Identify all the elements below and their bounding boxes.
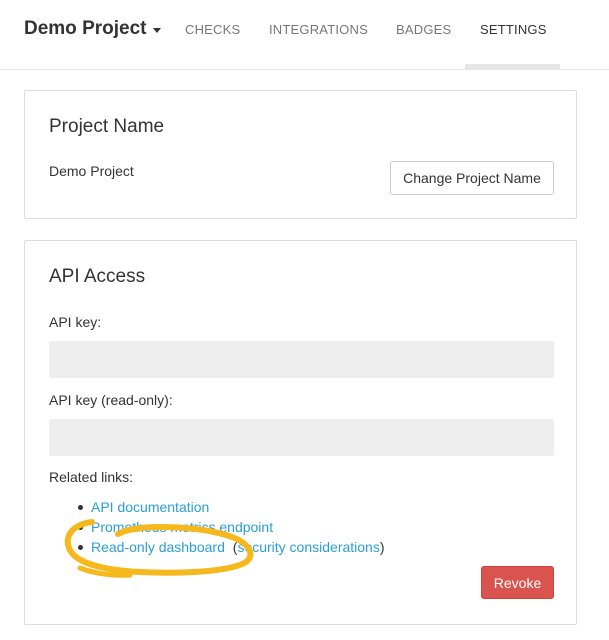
prometheus-metrics-link[interactable]: Prometheus metrics endpoint (91, 519, 273, 535)
bullet-icon (78, 505, 83, 510)
api-key-readonly-label: API key (read-only): (49, 392, 173, 408)
project-switcher[interactable]: Demo Project (24, 18, 162, 40)
tab-integrations[interactable]: INTEGRATIONS (269, 22, 368, 37)
close-paren: ) (379, 539, 385, 555)
api-key-label: API key: (49, 314, 102, 330)
list-item: Read-only dashboard (security considerat… (78, 537, 385, 557)
list-item: API documentation (78, 497, 385, 517)
revoke-button[interactable]: Revoke (481, 566, 554, 599)
api-key-readonly-field[interactable] (49, 419, 554, 456)
api-documentation-link[interactable]: API documentation (91, 499, 209, 515)
top-navbar: Demo Project CHECKS INTEGRATIONS BADGES … (0, 0, 609, 70)
related-links-list: API documentation Prometheus metrics end… (78, 497, 385, 557)
project-name-heading: Project Name (49, 116, 165, 137)
list-item: Prometheus metrics endpoint (78, 517, 385, 537)
tab-checks[interactable]: CHECKS (185, 22, 240, 37)
project-switcher-label: Demo Project (24, 18, 147, 39)
api-access-heading: API Access (49, 266, 146, 287)
related-links-label: Related links: (49, 469, 134, 485)
project-name-panel: Project Name Demo Project Change Project… (24, 90, 577, 219)
active-tab-indicator (465, 64, 560, 69)
api-access-panel: API Access API key: API key (read-only):… (24, 240, 577, 625)
security-considerations-link[interactable]: security considerations (237, 539, 379, 555)
readonly-dashboard-link[interactable]: Read-only dashboard (91, 539, 225, 555)
tab-settings[interactable]: SETTINGS (480, 22, 547, 37)
bullet-icon (78, 545, 83, 550)
api-key-field[interactable] (49, 341, 554, 378)
caret-down-icon (153, 27, 162, 33)
project-name-value: Demo Project (49, 163, 134, 179)
change-project-name-button[interactable]: Change Project Name (390, 161, 554, 195)
bullet-icon (78, 525, 83, 530)
tab-badges[interactable]: BADGES (396, 22, 451, 37)
